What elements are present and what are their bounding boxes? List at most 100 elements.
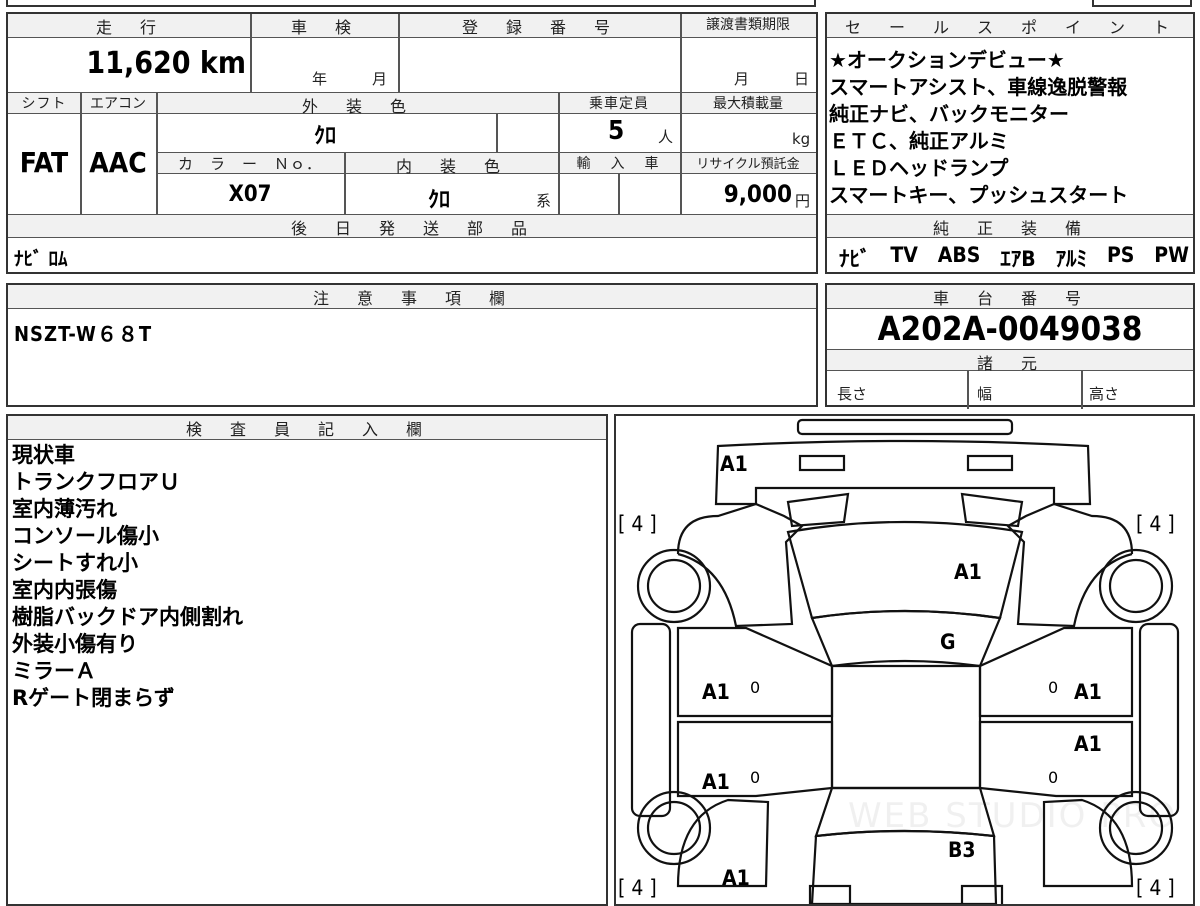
wheel-front-left — [636, 548, 712, 624]
recycle-fee-unit: 円 — [795, 192, 811, 210]
capacity-value: 5 — [608, 116, 625, 146]
equipment-item: PS — [1106, 243, 1135, 267]
equipment-item: ﾅﾋﾞ — [839, 247, 871, 271]
sales-point-line: ＬＥＤヘッドランプ — [829, 156, 1009, 180]
wheel-rear-left — [636, 790, 712, 866]
import-header: 輸 入 車 — [558, 152, 680, 174]
damage-rear-left-door: A1 — [702, 770, 730, 794]
sales-point-line: 純正ナビ、バックモニター — [829, 102, 1069, 126]
recycle-fee-header: リサイクル預託金 — [680, 152, 816, 174]
equipment-item: ｱﾙﾐ — [1055, 247, 1088, 271]
inspector-line: シートすれ小 — [12, 551, 138, 575]
exterior-color-value: ｸﾛ — [313, 124, 336, 149]
inspector-line: Rゲート閉まらず — [12, 686, 175, 710]
mark-rear-right: 0 — [1048, 768, 1059, 787]
chassis-panel: 車 台 番 号 A202A-0049038 諸 元 長さ 幅 高さ — [825, 283, 1195, 409]
front-lamp-left — [798, 454, 846, 472]
shift-header: シフト — [8, 92, 80, 114]
inspector-line: 現状車 — [12, 443, 75, 467]
tire-rear-left-label: [ 4 ] — [618, 876, 657, 900]
watermark: WEB STUDIO PRO — [848, 796, 1178, 836]
color-no-header: カ ラ ー Ｎｏ． — [156, 152, 344, 174]
inspection-header: 車 検 — [250, 14, 398, 38]
mileage-value: 11,620 km — [86, 46, 246, 81]
inspector-line: 室内薄汚れ — [12, 497, 117, 521]
inspector-line: トランクフロアＵ — [12, 470, 180, 494]
inspection-month-unit: 月 — [372, 70, 388, 88]
interior-color-suffix: 系 — [536, 192, 552, 210]
damage-hood: A1 — [954, 560, 982, 584]
inspector-panel: 検 査 員 記 入 欄 現状車 トランクフロアＵ 室内薄汚れ コンソール傷小 シ… — [6, 414, 608, 906]
damage-rear-left-quarter: A1 — [722, 866, 750, 890]
inspector-line: ミラーＡ — [12, 659, 96, 683]
notes-header: 注 意 事 項 欄 — [8, 285, 816, 309]
tire-front-left-label: [ 4 ] — [618, 512, 657, 536]
equipment-item: TV — [890, 243, 918, 267]
top-strip-right — [1092, 0, 1192, 7]
sales-point-line: スマートキー、プッシュスタート — [829, 183, 1129, 207]
roof-panel — [830, 664, 982, 790]
later-parts-header: 後 日 発 送 部 品 — [8, 214, 816, 238]
recycle-fee-value: 9,000 — [723, 180, 792, 208]
later-parts-value: ﾅﾋﾞ ﾛﾑ — [14, 248, 68, 270]
width-label: 幅 — [977, 385, 993, 403]
inspector-header: 検 査 員 記 入 欄 — [8, 416, 606, 440]
chassis-header: 車 台 番 号 — [827, 285, 1193, 309]
registration-header: 登 録 番 号 — [398, 14, 680, 38]
exterior-color-header: 外 装 色 — [156, 92, 558, 116]
equipment-item: PW — [1154, 243, 1189, 267]
sales-points-header: セ ー ル ス ポ イ ン ト — [827, 14, 1193, 38]
front-right-door — [978, 626, 1134, 718]
damage-front-left-door: A1 — [702, 680, 730, 704]
mark-front-right: 0 — [1048, 678, 1059, 697]
vehicle-info-grid: 走 行 車 検 登 録 番 号 譲渡書類期限 11,620 km 年 月 月 日… — [6, 12, 818, 274]
max-load-unit: kg — [792, 130, 811, 148]
aircon-header: エアコン — [80, 92, 156, 114]
equipment-list: ﾅﾋﾞ TV ABS ｴｱB ｱﾙﾐ PS PW — [839, 243, 1189, 273]
transfer-month-unit: 月 — [734, 70, 750, 88]
sales-point-line: ★オークションデビュー★ — [829, 48, 1065, 72]
left-side-skirt — [630, 622, 672, 818]
front-lamp-right — [966, 454, 1014, 472]
mileage-header: 走 行 — [8, 14, 250, 38]
headlight-left — [786, 492, 850, 528]
top-strip — [6, 0, 816, 7]
shift-value: FAT — [19, 146, 69, 179]
notes-text: NSZT-W６８T — [14, 322, 153, 346]
equipment-header: 純 正 装 備 — [827, 214, 1193, 238]
rear-bumper-slot-left — [808, 884, 852, 904]
damage-rear-hatch: B3 — [948, 838, 976, 862]
height-label: 高さ — [1089, 385, 1120, 403]
interior-color-value: ｸﾛ — [427, 188, 450, 213]
capacity-header: 乗車定員 — [558, 92, 680, 114]
mark-rear-left: 0 — [750, 768, 761, 787]
aircon-value: AAC — [89, 146, 147, 179]
inspection-year-unit: 年 — [312, 70, 328, 88]
tire-front-right-label: [ 4 ] — [1136, 512, 1175, 536]
inspector-line: 室内内張傷 — [12, 578, 117, 602]
damage-front-bumper: A1 — [720, 452, 748, 476]
inspector-line: 樹脂バックドア内側割れ — [12, 605, 243, 629]
capacity-unit: 人 — [658, 128, 674, 146]
transfer-day-unit: 日 — [794, 70, 810, 88]
inspector-line: 外装小傷有り — [12, 632, 138, 656]
damage-rear-right-door: A1 — [1074, 732, 1102, 756]
damage-windshield: G — [940, 630, 956, 654]
interior-color-header: 内 装 色 — [344, 152, 558, 176]
wheel-front-right — [1098, 548, 1174, 624]
notes-panel: 注 意 事 項 欄 NSZT-W６８T — [6, 283, 818, 407]
front-grille-bar — [796, 418, 1014, 436]
sales-point-line: ＥＴＣ、純正アルミ — [829, 129, 1009, 153]
hood-panel — [786, 520, 1024, 620]
spec-header: 諸 元 — [827, 349, 1193, 373]
damage-diagram-panel: [ 4 ] [ 4 ] [ 4 ] [ 4 ] A1 A1 G A1 0 A1 … — [614, 414, 1195, 906]
front-right-fender — [1006, 502, 1134, 628]
inspector-line: コンソール傷小 — [12, 524, 159, 548]
equipment-item: ｴｱB — [1000, 247, 1036, 271]
front-left-fender — [676, 502, 804, 628]
length-label: 長さ — [837, 385, 868, 403]
chassis-number: A202A-0049038 — [877, 309, 1143, 348]
sales-points-panel: セ ー ル ス ポ イ ン ト ★オークションデビュー★ スマートアシスト、車線… — [825, 12, 1195, 274]
mark-front-left: 0 — [750, 678, 761, 697]
damage-front-right-door: A1 — [1074, 680, 1102, 704]
